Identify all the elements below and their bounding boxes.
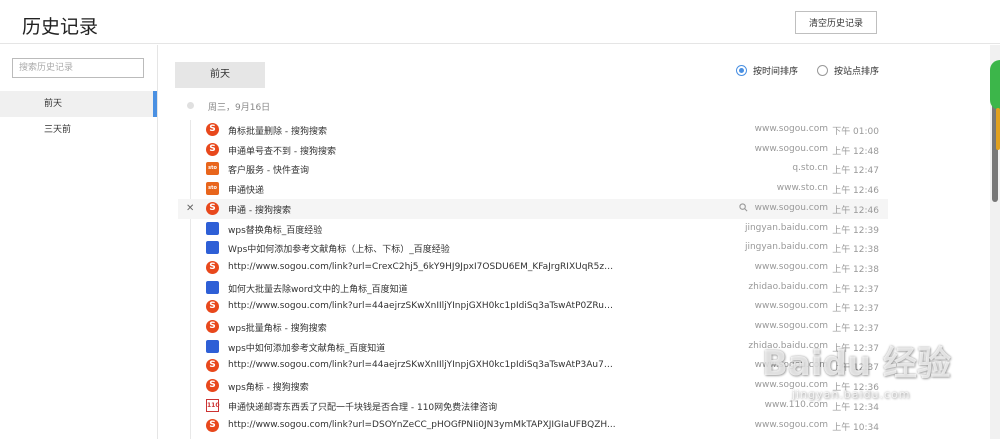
history-domain: www.sogou.com <box>754 321 828 331</box>
baidu-icon <box>206 241 219 255</box>
history-time: 上午 10:34 <box>832 422 879 433</box>
history-title[interactable]: 申通快递邮寄东西丢了只配一千块钱是否合理 - 110网免费法律咨询 <box>228 400 618 413</box>
history-row[interactable]: wps替换角标_百度经验 jingyan.baidu.com 上午 12:39 <box>178 219 888 239</box>
delete-icon[interactable]: ✕ <box>186 203 194 214</box>
history-time: 上午 12:47 <box>832 166 879 177</box>
sort-by-time-option[interactable]: 按时间排序 <box>736 64 798 77</box>
history-title[interactable]: Wps中如何添加参考文献角标（上标、下标）_百度经验 <box>228 242 618 255</box>
history-title[interactable]: 申通 - 搜狗搜索 <box>228 203 618 216</box>
date-label: 周三，9月16日 <box>208 103 271 113</box>
history-domain: www.sogou.com <box>754 143 828 154</box>
history-title[interactable]: http://www.sogou.com/link?url=44aejrzSKw… <box>228 360 618 370</box>
history-domain: www.sto.cn <box>776 183 828 194</box>
timeline-dot <box>187 102 194 109</box>
sidebar-item-day-before-yesterday[interactable]: 前天 <box>0 91 157 117</box>
clear-history-button[interactable]: 清空历史记录 <box>795 11 877 34</box>
history-title[interactable]: 申通单号查不到 - 搜狗搜索 <box>228 144 618 157</box>
history-title[interactable]: 申通快递 <box>228 183 618 196</box>
sogou-icon: S <box>206 260 219 274</box>
history-domain: www.sogou.com <box>754 124 828 134</box>
sto-icon: sto <box>206 182 219 196</box>
history-time: 上午 12:38 <box>832 245 879 256</box>
history-time: 上午 12:46 <box>832 186 879 197</box>
search-history-input[interactable] <box>12 58 144 78</box>
sogou-icon: S <box>206 201 219 215</box>
sogou-icon: S <box>206 379 219 393</box>
history-time: 下午 01:00 <box>832 127 879 137</box>
history-row[interactable]: sto 申通快递 www.sto.cn 上午 12:46 <box>178 179 888 199</box>
history-row[interactable]: Swps批量角标 - 搜狗搜索 www.sogou.com 上午 12:37 <box>178 317 888 337</box>
sogou-icon: S <box>206 320 219 333</box>
history-row[interactable]: ✕ S 申通 - 搜狗搜索 www.sogou.com 上午 12:46 <box>178 198 888 219</box>
sogou-icon: S <box>206 418 219 432</box>
history-domain: www.sogou.com <box>754 419 828 430</box>
sogou-icon: S <box>206 300 219 314</box>
baidu-icon <box>206 339 219 353</box>
history-time: 上午 12:48 <box>832 146 879 157</box>
sogou-icon: S <box>206 142 219 156</box>
sort-by-site-option[interactable]: 按站点排序 <box>817 64 879 77</box>
page-title: 历史记录 <box>22 16 99 38</box>
history-domain: jingyan.baidu.com <box>744 222 828 233</box>
history-time: 上午 12:37 <box>832 284 879 295</box>
floating-widget[interactable] <box>990 60 1000 110</box>
history-title[interactable]: http://www.sogou.com/link?url=DSOYnZeCC_… <box>228 420 618 430</box>
history-row[interactable]: Shttp://www.sogou.com/link?url=DSOYnZeCC… <box>178 416 888 436</box>
history-title[interactable]: http://www.sogou.com/link?url=44aejrzSKw… <box>228 301 618 311</box>
history-row[interactable]: sto 客户服务 - 快件查询 q.sto.cn 上午 12:47 <box>178 159 888 179</box>
history-title[interactable]: wps批量角标 - 搜狗搜索 <box>228 321 618 334</box>
history-domain: www.sogou.com <box>754 261 828 272</box>
day-tab[interactable]: 前天 <box>175 62 265 88</box>
history-title[interactable]: wps中如何添加参考文献角标_百度知道 <box>228 341 618 354</box>
history-domain: zhidao.baidu.com <box>748 281 828 292</box>
baidu-icon <box>206 221 219 235</box>
sogou-icon: S <box>206 359 219 373</box>
floating-widget-bar <box>996 108 1000 150</box>
history-domain: jingyan.baidu.com <box>744 242 828 253</box>
history-domain: q.sto.cn <box>792 163 828 174</box>
history-row[interactable]: S 角标批量删除 - 搜狗搜索 www.sogou.com 下午 01:00 <box>178 120 888 140</box>
history-domain: www.sogou.com <box>754 202 828 213</box>
radio-unchecked-icon[interactable] <box>817 65 828 76</box>
watermark-main: Baidu 经验 <box>762 344 951 384</box>
sort-by-site-label: 按站点排序 <box>834 67 880 77</box>
history-title[interactable]: wps角标 - 搜狗搜索 <box>228 380 618 393</box>
110-icon: 110 <box>206 398 220 412</box>
header: 历史记录 清空历史记录 <box>0 0 1000 44</box>
history-row[interactable]: Shttp://www.sogou.com/link?url=44aejrzSK… <box>178 297 888 317</box>
sidebar: 前天 三天前 <box>0 45 158 439</box>
sogou-icon: S <box>206 123 219 136</box>
history-time: 上午 12:38 <box>832 264 879 275</box>
history-time: 上午 12:46 <box>832 205 879 216</box>
history-row[interactable]: Wps中如何添加参考文献角标（上标、下标）_百度经验 jingyan.baidu.… <box>178 238 888 258</box>
history-title[interactable]: 角标批量删除 - 搜狗搜索 <box>228 124 618 137</box>
history-title[interactable]: wps替换角标_百度经验 <box>228 223 618 236</box>
history-time: 上午 12:37 <box>832 324 879 334</box>
sto-icon: sto <box>206 162 219 176</box>
search-icon[interactable] <box>739 203 748 212</box>
history-domain: www.sogou.com <box>754 301 828 312</box>
history-row[interactable]: Shttp://www.sogou.com/link?url=CrexC2hj5… <box>178 258 888 278</box>
baidu-icon <box>206 280 219 294</box>
history-title[interactable]: http://www.sogou.com/link?url=CrexC2hj5_… <box>228 262 618 272</box>
radio-checked-icon[interactable] <box>736 65 747 76</box>
watermark-sub: jingyan.baidu.com <box>792 388 911 401</box>
history-row[interactable]: 如何大批量去除word文中的上角标_百度知道 zhidao.baidu.com 上午… <box>178 278 888 298</box>
baidu-jingyan-watermark: Baidu 经验 jingyan.baidu.com <box>762 336 962 416</box>
sort-by-time-label: 按时间排序 <box>753 67 799 77</box>
history-time: 上午 12:37 <box>832 304 879 315</box>
history-row[interactable]: S 申通单号查不到 - 搜狗搜索 www.sogou.com 上午 12:48 <box>178 140 888 160</box>
history-time: 上午 12:39 <box>832 225 879 236</box>
history-title[interactable]: 如何大批量去除word文中的上角标_百度知道 <box>228 282 618 295</box>
history-title[interactable]: 客户服务 - 快件查询 <box>228 163 618 176</box>
sidebar-item-three-days-ago[interactable]: 三天前 <box>0 117 157 143</box>
